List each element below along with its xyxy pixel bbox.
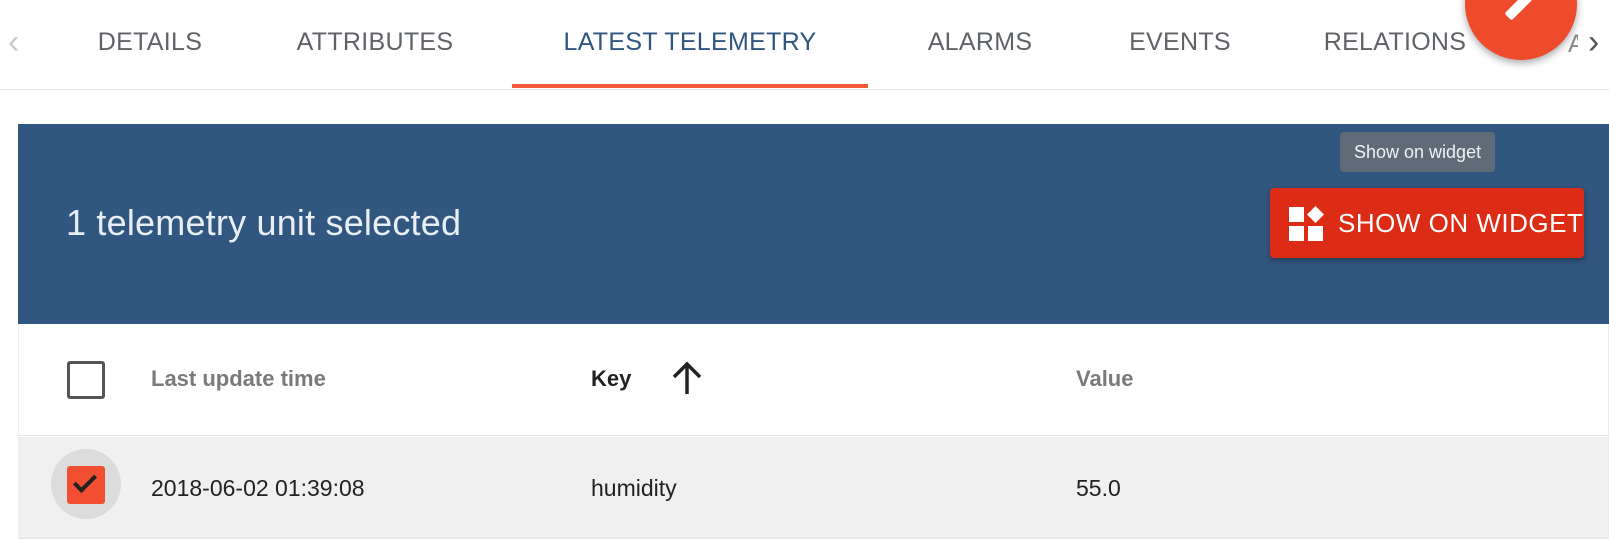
tab-alarms[interactable]: ALARMS [900,0,1060,88]
select-all-checkbox[interactable] [67,361,105,399]
cell-value: 55.0 [1076,475,1121,501]
widgets-icon [1289,206,1324,241]
cell-key: humidity [591,475,677,501]
tab-details[interactable]: DETAILS [60,0,240,88]
tabs-prev-chevron-icon[interactable]: ‹ [8,22,19,62]
selection-toolbar: 1 telemetry unit selected Show on widget… [18,124,1609,324]
column-header-last-update-time[interactable]: Last update time [151,366,326,392]
tab-attributes[interactable]: ATTRIBUTES [280,0,470,88]
tab-relations[interactable]: RELATIONS [1300,0,1490,88]
show-on-widget-button[interactable]: SHOW ON WIDGET [1270,188,1584,258]
tab-bar: ‹ DETAILS ATTRIBUTES LATEST TELEMETRY AL… [0,0,1609,90]
checkmark-icon [72,468,98,494]
column-header-value[interactable]: Value [1076,366,1133,392]
column-header-key[interactable]: Key [591,366,631,392]
show-on-widget-tooltip: Show on widget [1340,132,1496,172]
active-tab-indicator [512,84,868,88]
tab-latest-telemetry[interactable]: LATEST TELEMETRY [512,0,868,88]
tab-partial-label[interactable]: A [1568,30,1578,59]
selection-count-text: 1 telemetry unit selected [66,202,462,243]
show-on-widget-label: SHOW ON WIDGET [1338,208,1584,238]
table-row[interactable]: 2018-06-02 01:39:08 humidity 55.0 [18,437,1609,539]
tab-events[interactable]: EVENTS [1100,0,1260,88]
tabs-next-chevron-icon[interactable]: › [1588,22,1599,62]
cell-last-update-time: 2018-06-02 01:39:08 [151,475,365,501]
edit-pencil-icon [1504,0,1536,21]
table-header-row: Last update time Key Value [18,324,1609,436]
sort-ascending-arrow-icon[interactable] [669,358,705,398]
telemetry-view: ‹ DETAILS ATTRIBUTES LATEST TELEMETRY AL… [0,0,1609,539]
row-checkbox-checked[interactable] [67,466,105,504]
